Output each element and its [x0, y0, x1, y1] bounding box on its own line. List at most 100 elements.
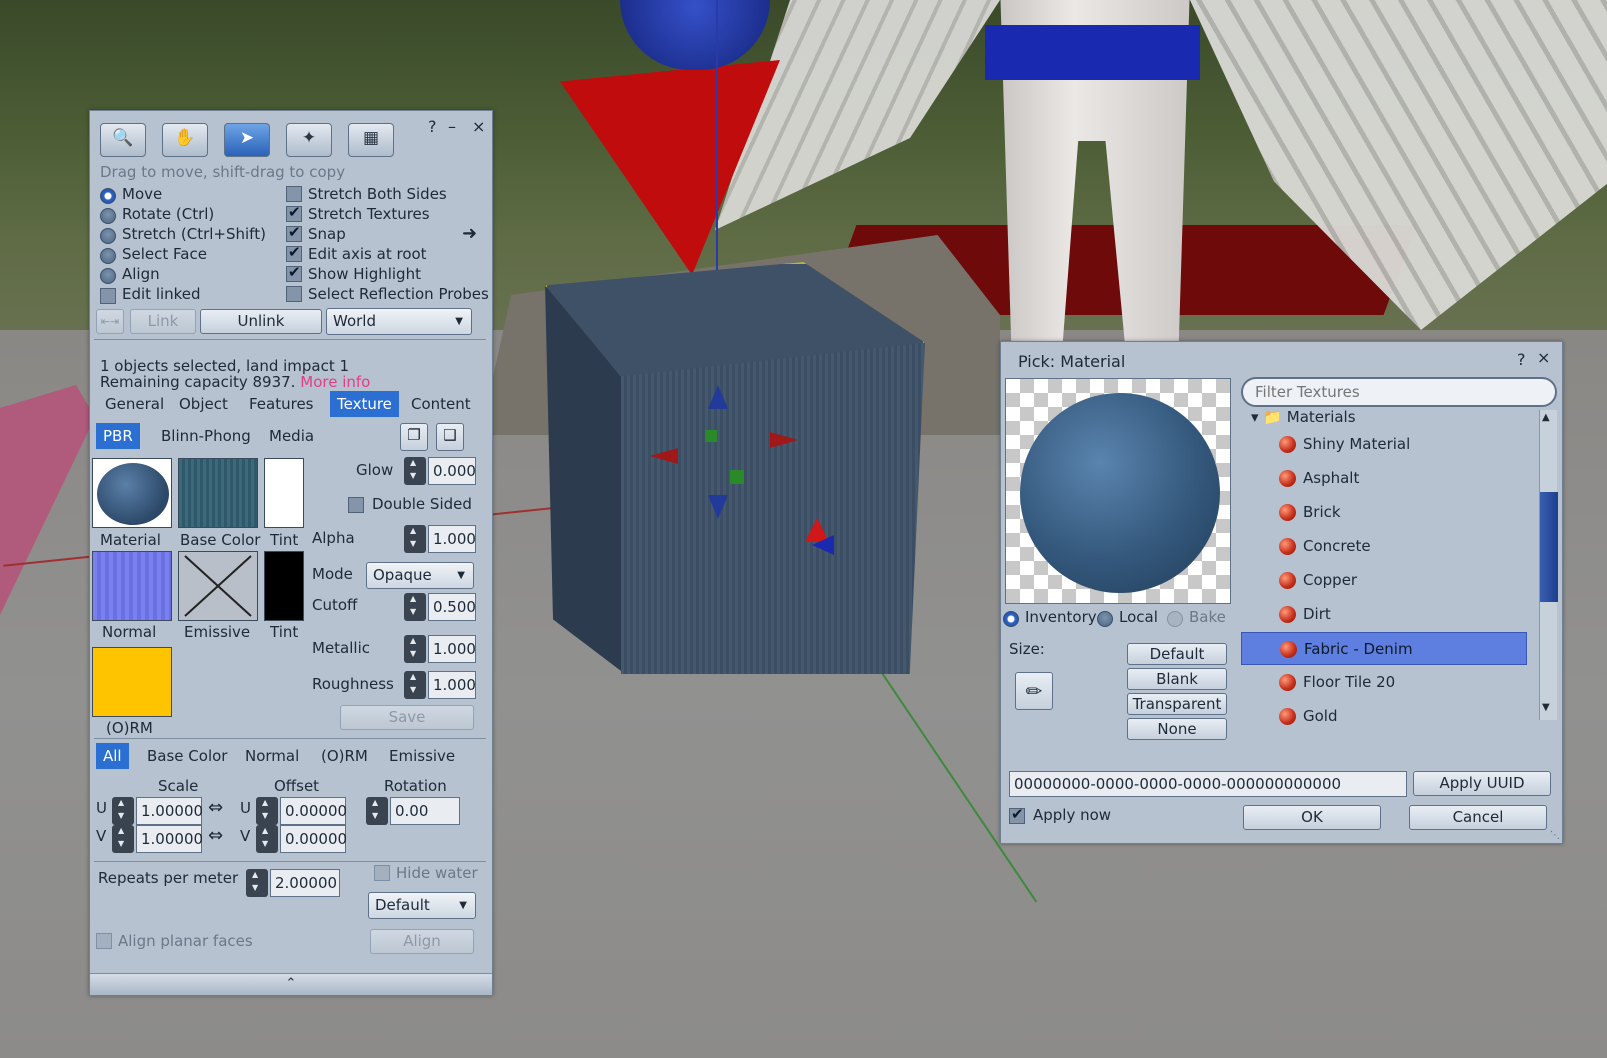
hide-water-checkbox[interactable] — [374, 865, 390, 881]
scrollbar-thumb[interactable] — [1540, 492, 1558, 602]
gizmo-green-handle-2[interactable] — [705, 430, 717, 442]
list-item[interactable]: Gold — [1241, 700, 1527, 730]
transparent-button[interactable]: Transparent — [1127, 693, 1227, 715]
alpha-mode-dropdown[interactable]: Opaque ▼ — [366, 562, 474, 589]
material-list[interactable]: ▾ 📁 Materials Shiny Material Asphalt Bri… — [1241, 410, 1561, 730]
cutoff-stepper[interactable] — [404, 593, 426, 621]
prev-link-button[interactable]: ⇤⇥ — [96, 309, 124, 334]
gizmo-right-arrow[interactable] — [770, 432, 798, 448]
list-item[interactable]: Shiny Material — [1241, 428, 1527, 461]
scale-v-stepper[interactable] — [112, 825, 134, 853]
stretch-textures-checkbox[interactable] — [286, 203, 302, 222]
align-radio[interactable] — [100, 268, 116, 284]
list-item[interactable]: Asphalt — [1241, 462, 1527, 495]
copy-icon[interactable]: ❐ — [400, 423, 428, 451]
collapse-panel-button[interactable]: ⌃ — [90, 973, 492, 995]
close-icon[interactable]: × — [1537, 350, 1550, 366]
select-reflection-probes-checkbox[interactable] — [286, 286, 302, 302]
filter-textures-input[interactable] — [1241, 377, 1557, 407]
cutoff-input[interactable]: 0.500 — [428, 593, 476, 621]
help-icon[interactable]: ? — [1517, 352, 1526, 368]
tab-texture[interactable]: Texture — [330, 391, 399, 417]
link-button[interactable]: Link — [130, 309, 196, 334]
grid-options-arrow-icon[interactable]: ➜ — [462, 223, 477, 244]
mapping-dropdown[interactable]: Default ▼ — [368, 892, 476, 919]
tab-blinn-phong[interactable]: Blinn-Phong — [154, 423, 258, 449]
roughness-input[interactable]: 1.000 — [428, 671, 476, 699]
list-item[interactable]: Concrete — [1241, 530, 1527, 563]
list-scrollbar[interactable]: ▲ ▼ — [1539, 410, 1558, 720]
ruler-mode-dropdown[interactable]: World ▼ — [326, 308, 472, 335]
emissive-swatch[interactable] — [178, 551, 258, 621]
close-icon[interactable]: × — [472, 119, 485, 135]
ok-button[interactable]: OK — [1243, 805, 1381, 830]
repeats-input[interactable]: 2.00000 — [270, 869, 340, 897]
flip-v-icon[interactable]: ⇔ — [208, 825, 223, 846]
orm-swatch[interactable] — [92, 647, 172, 717]
select-face-radio[interactable] — [100, 248, 116, 264]
list-item[interactable]: Floor Tile 20 — [1241, 666, 1527, 699]
move-radio[interactable] — [100, 188, 116, 204]
more-info-link[interactable]: More info — [300, 373, 370, 391]
tab-content[interactable]: Content — [404, 391, 478, 417]
metallic-stepper[interactable] — [404, 635, 426, 663]
metallic-input[interactable]: 1.000 — [428, 635, 476, 663]
snap-checkbox[interactable] — [286, 223, 302, 242]
create-tool-button[interactable]: ✦ — [286, 123, 332, 157]
resize-grip-icon[interactable]: ⋱ — [1550, 830, 1560, 841]
uuid-input[interactable]: 00000000-0000-0000-0000-000000000000 — [1009, 771, 1407, 797]
offset-v-input[interactable]: 0.00000 — [280, 825, 347, 853]
scroll-down-icon[interactable]: ▼ — [1542, 702, 1550, 713]
tab-map-normal[interactable]: Normal — [238, 743, 306, 769]
glow-stepper[interactable] — [404, 457, 426, 485]
none-button[interactable]: None — [1127, 718, 1227, 740]
local-radio[interactable] — [1097, 611, 1113, 627]
list-item[interactable]: Brick — [1241, 496, 1527, 529]
edit-axis-checkbox[interactable] — [286, 243, 302, 262]
list-item-selected[interactable]: Fabric - Denim — [1241, 632, 1527, 665]
rotation-input[interactable]: 0.00 — [390, 797, 460, 825]
glow-input[interactable]: 0.000 — [428, 457, 476, 485]
stretch-both-sides-checkbox[interactable] — [286, 186, 302, 202]
double-sided-checkbox[interactable] — [348, 497, 364, 513]
edit-tool-button[interactable]: ➤ — [224, 123, 270, 157]
scale-u-input[interactable]: 1.00000 — [136, 797, 203, 825]
help-icon[interactable]: ? — [428, 119, 437, 135]
align-planar-checkbox[interactable] — [96, 933, 112, 949]
default-button[interactable]: Default — [1127, 643, 1227, 665]
gizmo-up-arrow[interactable] — [708, 385, 728, 409]
alpha-stepper[interactable] — [404, 525, 426, 553]
land-tool-button[interactable]: ▦ — [348, 123, 394, 157]
gizmo-left-arrow[interactable] — [650, 448, 678, 464]
offset-u-stepper[interactable] — [256, 797, 278, 825]
rotate-radio[interactable] — [100, 208, 116, 224]
tab-object[interactable]: Object — [172, 391, 235, 417]
blank-button[interactable]: Blank — [1127, 668, 1227, 690]
paste-icon[interactable]: ❑ — [436, 423, 464, 451]
show-highlight-checkbox[interactable] — [286, 263, 302, 282]
move-tool-button[interactable]: ✋ — [162, 123, 208, 157]
tab-media[interactable]: Media — [262, 423, 321, 449]
tab-map-emissive[interactable]: Emissive — [382, 743, 462, 769]
gizmo-green-handle[interactable] — [730, 470, 744, 484]
repeats-stepper[interactable] — [246, 869, 268, 897]
offset-v-stepper[interactable] — [256, 825, 278, 853]
gizmo-rgb-marker-2[interactable] — [812, 535, 834, 555]
cancel-button[interactable]: Cancel — [1409, 805, 1547, 830]
align-button[interactable]: Align — [370, 929, 474, 954]
minimize-icon[interactable]: – — [448, 119, 456, 135]
list-item[interactable]: Copper — [1241, 564, 1527, 597]
scale-v-input[interactable]: 1.00000 — [136, 825, 203, 853]
tab-general[interactable]: General — [98, 391, 171, 417]
flip-u-icon[interactable]: ⇔ — [208, 797, 223, 818]
alpha-input[interactable]: 1.000 — [428, 525, 476, 553]
roughness-stepper[interactable] — [404, 671, 426, 699]
normal-swatch[interactable] — [92, 551, 172, 621]
tab-features[interactable]: Features — [242, 391, 321, 417]
gizmo-down-arrow[interactable] — [708, 495, 728, 519]
tab-pbr[interactable]: PBR — [96, 423, 140, 449]
apply-uuid-button[interactable]: Apply UUID — [1413, 771, 1551, 796]
save-material-button[interactable]: Save — [340, 705, 474, 730]
unlink-button[interactable]: Unlink — [200, 309, 322, 334]
folder-row[interactable]: ▾ 📁 Materials — [1251, 410, 1356, 426]
